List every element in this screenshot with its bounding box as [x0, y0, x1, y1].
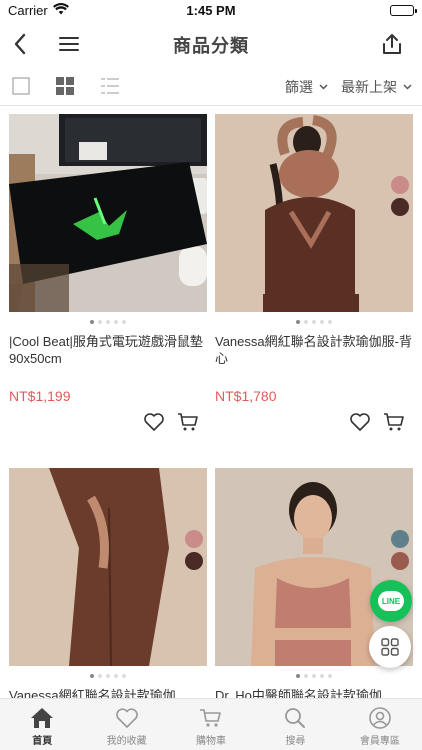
page-title: 商品分類: [173, 36, 249, 56]
square-icon: [12, 77, 30, 95]
tab-label: 我的收藏: [106, 736, 147, 747]
color-swatch[interactable]: [391, 530, 409, 548]
product-grid: |Cool Beat|服角式電玩遊戲滑鼠墊 90x50cm NT$1,199 V…: [0, 106, 422, 698]
color-swatch[interactable]: [391, 552, 409, 570]
status-time: 1:45 PM: [186, 3, 236, 18]
image-pager: [215, 674, 413, 678]
battery-icon: [390, 5, 417, 16]
image-pager: [9, 320, 207, 324]
product-name: Vanessa網紅聯名設計款瑜伽: [9, 688, 176, 698]
tab-favorites[interactable]: 我的收藏: [84, 699, 168, 750]
home-icon: [31, 708, 54, 728]
tab-label: 購物車: [196, 736, 227, 747]
image-pager: [9, 674, 207, 678]
tab-home[interactable]: 首頁: [0, 699, 84, 750]
cart-icon: [200, 709, 221, 727]
color-swatch[interactable]: [185, 552, 203, 570]
product-image[interactable]: [9, 114, 207, 312]
color-swatch[interactable]: [391, 198, 409, 216]
heart-icon: [115, 708, 138, 728]
heart-icon[interactable]: [349, 412, 371, 437]
heart-icon[interactable]: [143, 412, 165, 437]
filter-toolbar: 篩選 最新上架: [0, 66, 422, 106]
product-image[interactable]: [215, 114, 413, 312]
chevron-down-icon: [319, 84, 328, 90]
tab-member[interactable]: 會員專區: [338, 699, 422, 750]
product-card[interactable]: |Cool Beat|服角式電玩遊戲滑鼠墊 90x50cm NT$1,199: [9, 114, 207, 442]
list-view-button[interactable]: [101, 77, 119, 95]
filter-dropdown[interactable]: 篩選: [285, 77, 328, 97]
nav-bar: 商品分類: [0, 22, 422, 66]
product-actions: [9, 412, 207, 442]
line-icon: LINE: [378, 591, 404, 611]
product-name: Dr. Ho中醫師聯名設計款瑜伽: [215, 688, 382, 698]
line-chat-button[interactable]: LINE: [370, 580, 412, 622]
tab-label: 會員專區: [359, 736, 400, 747]
image-pager: [215, 320, 413, 324]
tab-label: 搜尋: [285, 736, 306, 747]
product-card[interactable]: Vanessa網紅聯名設計款瑜伽: [9, 468, 207, 698]
chevron-down-icon: [403, 84, 412, 90]
product-name: Vanessa網紅聯名設計款瑜伽服-背心: [215, 334, 412, 366]
product-price: NT$1,780: [215, 388, 277, 404]
list-icon: [101, 78, 119, 94]
tab-search[interactable]: 搜尋: [253, 699, 337, 750]
product-image[interactable]: [9, 468, 207, 666]
category-menu-button[interactable]: [369, 626, 411, 668]
tab-cart[interactable]: 購物車: [169, 699, 253, 750]
product-card[interactable]: Vanessa網紅聯名設計款瑜伽服-背心 NT$1,780: [215, 114, 413, 442]
cart-icon[interactable]: [177, 412, 199, 437]
tab-bar: 首頁 我的收藏 購物車 搜尋 會員專區: [0, 698, 422, 750]
grid-view-button[interactable]: [56, 77, 74, 95]
tab-label: 首頁: [32, 736, 53, 747]
product-name: |Cool Beat|服角式電玩遊戲滑鼠墊 90x50cm: [9, 334, 203, 366]
share-icon: [383, 34, 401, 54]
single-view-button[interactable]: [12, 77, 30, 95]
grid-menu-icon: [381, 638, 399, 656]
status-bar: Carrier 1:45 PM: [0, 0, 422, 22]
user-icon: [369, 707, 391, 729]
color-swatch[interactable]: [391, 176, 409, 194]
filter-label: 篩選: [285, 79, 313, 95]
product-price: NT$1,199: [9, 388, 71, 404]
product-actions: [215, 412, 413, 442]
grid-icon: [56, 77, 74, 95]
share-button[interactable]: [378, 30, 406, 58]
cart-icon[interactable]: [383, 412, 405, 437]
sort-label: 最新上架: [341, 79, 397, 95]
sort-dropdown[interactable]: 最新上架: [341, 77, 412, 97]
color-swatch[interactable]: [185, 530, 203, 548]
search-icon: [285, 708, 306, 728]
